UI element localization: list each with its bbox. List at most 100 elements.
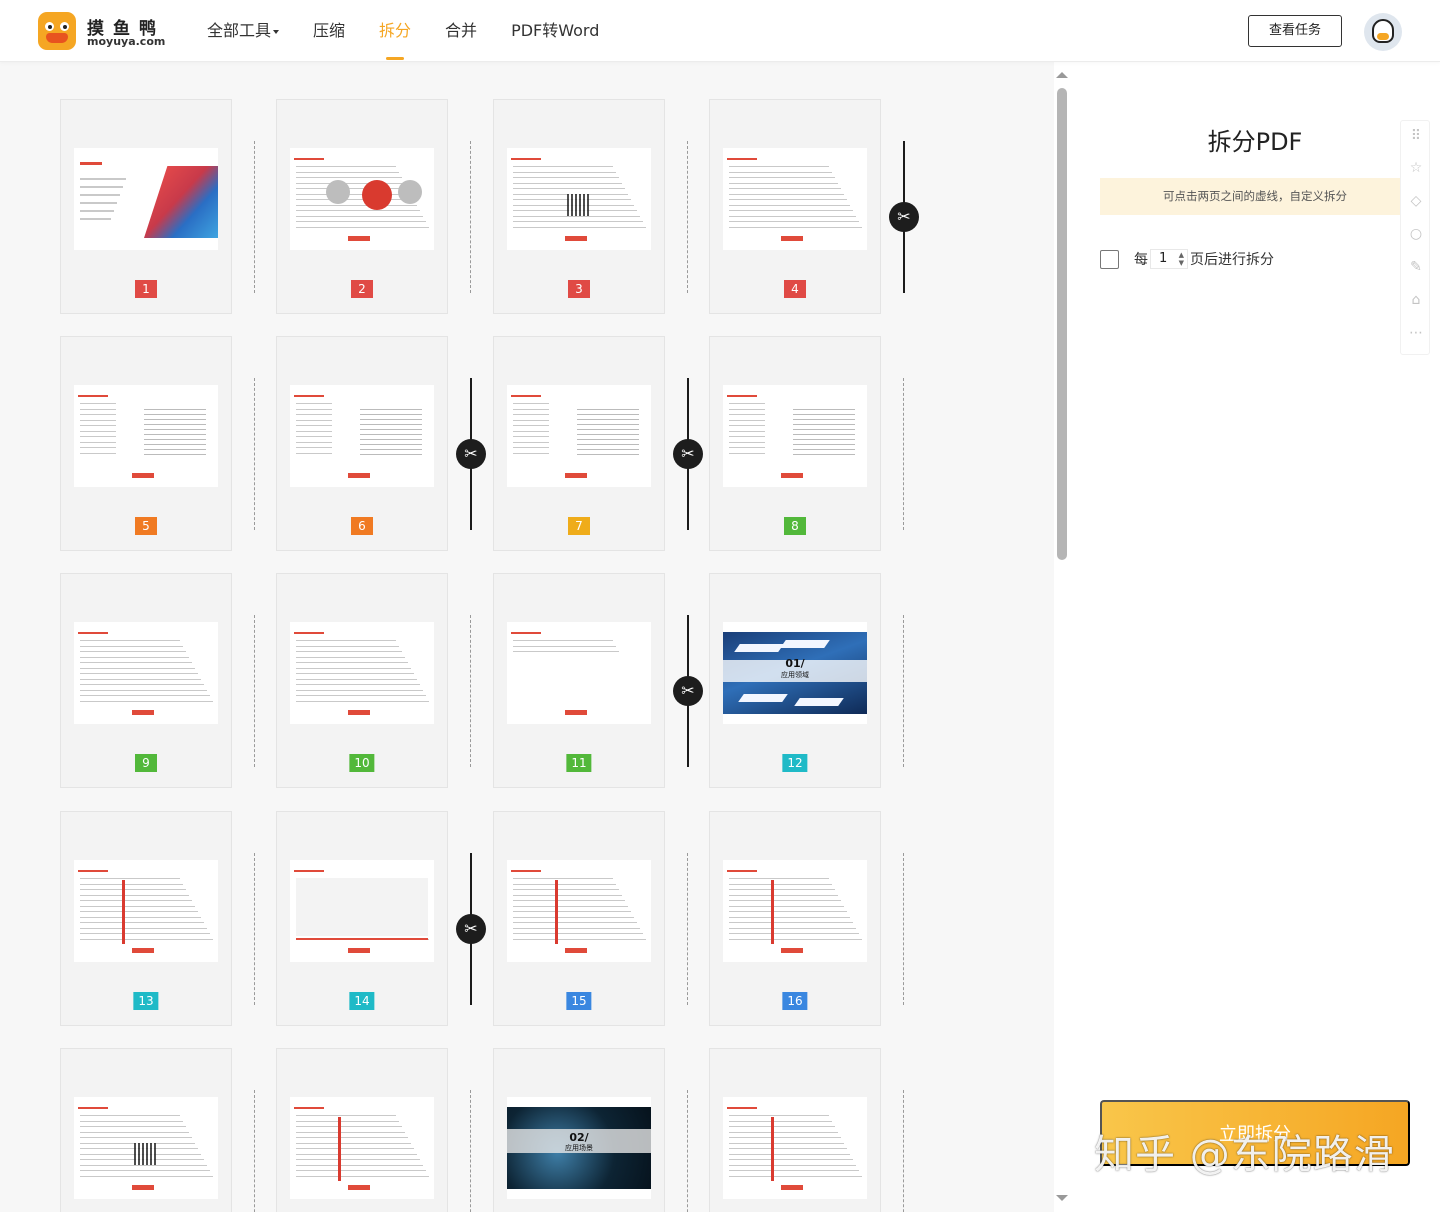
split-point-active[interactable]: ✂ bbox=[456, 378, 486, 530]
page-thumbnail-card[interactable]: 10 bbox=[276, 573, 448, 788]
page-number-badge: 14 bbox=[349, 992, 375, 1010]
option-suffix: 页后进行拆分 bbox=[1190, 252, 1274, 268]
scrollbar-thumb[interactable] bbox=[1057, 88, 1067, 560]
split-point-active[interactable]: ✂ bbox=[456, 853, 486, 1005]
option-prefix: 每 bbox=[1134, 252, 1148, 268]
page-thumbnail-card[interactable] bbox=[709, 1048, 881, 1212]
split-point-dashed[interactable] bbox=[889, 1090, 919, 1212]
page-thumbnail-card[interactable]: 5 bbox=[60, 336, 232, 551]
page-preview bbox=[723, 385, 867, 487]
more-icon[interactable]: ⋯ bbox=[1401, 320, 1431, 346]
split-point-dashed[interactable] bbox=[240, 141, 270, 293]
scissors-icon[interactable]: ✂ bbox=[456, 439, 486, 469]
pen-icon[interactable]: ✎ bbox=[1401, 254, 1431, 280]
separator-line bbox=[254, 853, 255, 1005]
page-thumbnail-card[interactable]: 9 bbox=[60, 573, 232, 788]
page-thumbnail-card[interactable]: 2 bbox=[276, 99, 448, 314]
split-point-dashed[interactable] bbox=[240, 615, 270, 767]
split-point-dashed[interactable] bbox=[889, 378, 919, 530]
page-preview bbox=[290, 1097, 434, 1199]
page-number-badge: 9 bbox=[135, 754, 157, 772]
page-thumbnail-card[interactable]: 7 bbox=[493, 336, 665, 551]
page-number-badge: 15 bbox=[566, 992, 592, 1010]
separator-line bbox=[903, 1090, 904, 1212]
page-thumbnail-card[interactable] bbox=[60, 1048, 232, 1212]
page-preview bbox=[723, 148, 867, 250]
separator-line bbox=[687, 1090, 688, 1212]
split-point-dashed[interactable] bbox=[889, 615, 919, 767]
page-thumbnail-card[interactable]: 3 bbox=[493, 99, 665, 314]
home-icon[interactable]: ⌂ bbox=[1401, 287, 1431, 313]
split-point-dashed[interactable] bbox=[456, 141, 486, 293]
page-number-badge: 4 bbox=[784, 280, 806, 298]
split-point-active[interactable]: ✂ bbox=[673, 378, 703, 530]
page-thumbnail-card[interactable]: 8 bbox=[709, 336, 881, 551]
comment-icon[interactable]: ○ bbox=[1401, 221, 1431, 247]
separator-line bbox=[254, 615, 255, 767]
split-point-dashed[interactable] bbox=[456, 1090, 486, 1212]
page-thumbnail-card[interactable] bbox=[276, 1048, 448, 1212]
split-point-dashed[interactable] bbox=[889, 853, 919, 1005]
page-thumbnail-card[interactable]: 13 bbox=[60, 811, 232, 1026]
duck-logo-icon[interactable] bbox=[38, 12, 76, 50]
brand-url[interactable]: moyuya.com bbox=[87, 35, 165, 48]
main-nav: 全部工具 压缩 拆分 合并 PDF转Word bbox=[207, 0, 633, 62]
separator-line bbox=[687, 141, 688, 293]
tag-icon[interactable]: ◇ bbox=[1401, 188, 1431, 214]
page-thumbnail-card[interactable]: 15 bbox=[493, 811, 665, 1026]
nav-pdf-to-word[interactable]: PDF转Word bbox=[511, 0, 599, 62]
scissors-icon[interactable]: ✂ bbox=[673, 439, 703, 469]
page-thumbnail-card[interactable]: 1 bbox=[60, 99, 232, 314]
separator-line bbox=[254, 378, 255, 530]
scissors-icon[interactable]: ✂ bbox=[456, 914, 486, 944]
page-thumbnail-card[interactable]: 14 bbox=[276, 811, 448, 1026]
page-preview bbox=[74, 860, 218, 962]
page-grid-area: 1 2 3 4 ✂ 5 6 ✂ 7 ✂ 8 9 10 11 ✂ 01/应用领域 12 13 14 ✂ 15 16 02/应用… bbox=[0, 62, 1070, 1212]
page-preview bbox=[290, 385, 434, 487]
star-icon[interactable]: ☆ bbox=[1401, 155, 1431, 181]
split-point-dashed[interactable] bbox=[240, 1090, 270, 1212]
nav-merge[interactable]: 合并 bbox=[445, 0, 477, 62]
nav-all-tools[interactable]: 全部工具 bbox=[207, 0, 280, 62]
page-thumbnail-card[interactable]: 02/应用场景 bbox=[493, 1048, 665, 1212]
separator-line bbox=[470, 615, 471, 767]
page-number-badge: 11 bbox=[566, 754, 592, 772]
page-number-badge: 3 bbox=[568, 280, 590, 298]
scissors-icon[interactable]: ✂ bbox=[889, 202, 919, 232]
slide-caption: 应用领域 bbox=[781, 671, 809, 679]
slide-number: 01/ bbox=[785, 657, 805, 670]
nav-split[interactable]: 拆分 bbox=[379, 0, 411, 62]
separator-line bbox=[903, 615, 904, 767]
split-point-dashed[interactable] bbox=[673, 853, 703, 1005]
page-preview bbox=[290, 622, 434, 724]
pages-per-split-stepper[interactable]: 1 ▲ ▼ bbox=[1150, 249, 1188, 269]
page-preview bbox=[723, 860, 867, 962]
page-number-badge: 6 bbox=[351, 517, 373, 535]
split-point-active[interactable]: ✂ bbox=[673, 615, 703, 767]
page-preview bbox=[74, 148, 218, 250]
scroll-up-arrow-icon[interactable] bbox=[1056, 72, 1068, 78]
page-thumbnail-card[interactable]: 11 bbox=[493, 573, 665, 788]
page-thumbnail-card[interactable]: 4 bbox=[709, 99, 881, 314]
page-thumbnail-card[interactable]: 16 bbox=[709, 811, 881, 1026]
nav-compress[interactable]: 压缩 bbox=[313, 0, 345, 62]
split-point-dashed[interactable] bbox=[240, 378, 270, 530]
split-every-checkbox[interactable] bbox=[1100, 249, 1119, 269]
page-preview bbox=[723, 1097, 867, 1199]
stepper-arrows-icon[interactable]: ▲ ▼ bbox=[1179, 251, 1184, 267]
page-preview bbox=[507, 622, 651, 724]
split-point-dashed[interactable] bbox=[240, 853, 270, 1005]
page-thumbnail-card[interactable]: 6 bbox=[276, 336, 448, 551]
split-point-dashed[interactable] bbox=[673, 141, 703, 293]
split-point-active[interactable]: ✂ bbox=[889, 141, 919, 293]
user-avatar[interactable] bbox=[1364, 13, 1402, 51]
split-point-dashed[interactable] bbox=[673, 1090, 703, 1212]
scissors-icon[interactable]: ✂ bbox=[673, 676, 703, 706]
view-tasks-button[interactable]: 查看任务 bbox=[1248, 15, 1342, 47]
apps-icon[interactable]: ⠿ bbox=[1401, 123, 1431, 149]
page-thumbnail-card[interactable]: 01/应用领域 12 bbox=[709, 573, 881, 788]
split-point-dashed[interactable] bbox=[456, 615, 486, 767]
scroll-down-arrow-icon[interactable] bbox=[1056, 1195, 1068, 1201]
panel-title: 拆分PDF bbox=[1207, 128, 1303, 156]
split-settings-panel: 拆分PDF 可点击两页之间的虚线，自定义拆分 每 1 ▲ ▼ 页后进行拆分 立即拆… bbox=[1070, 62, 1440, 1212]
